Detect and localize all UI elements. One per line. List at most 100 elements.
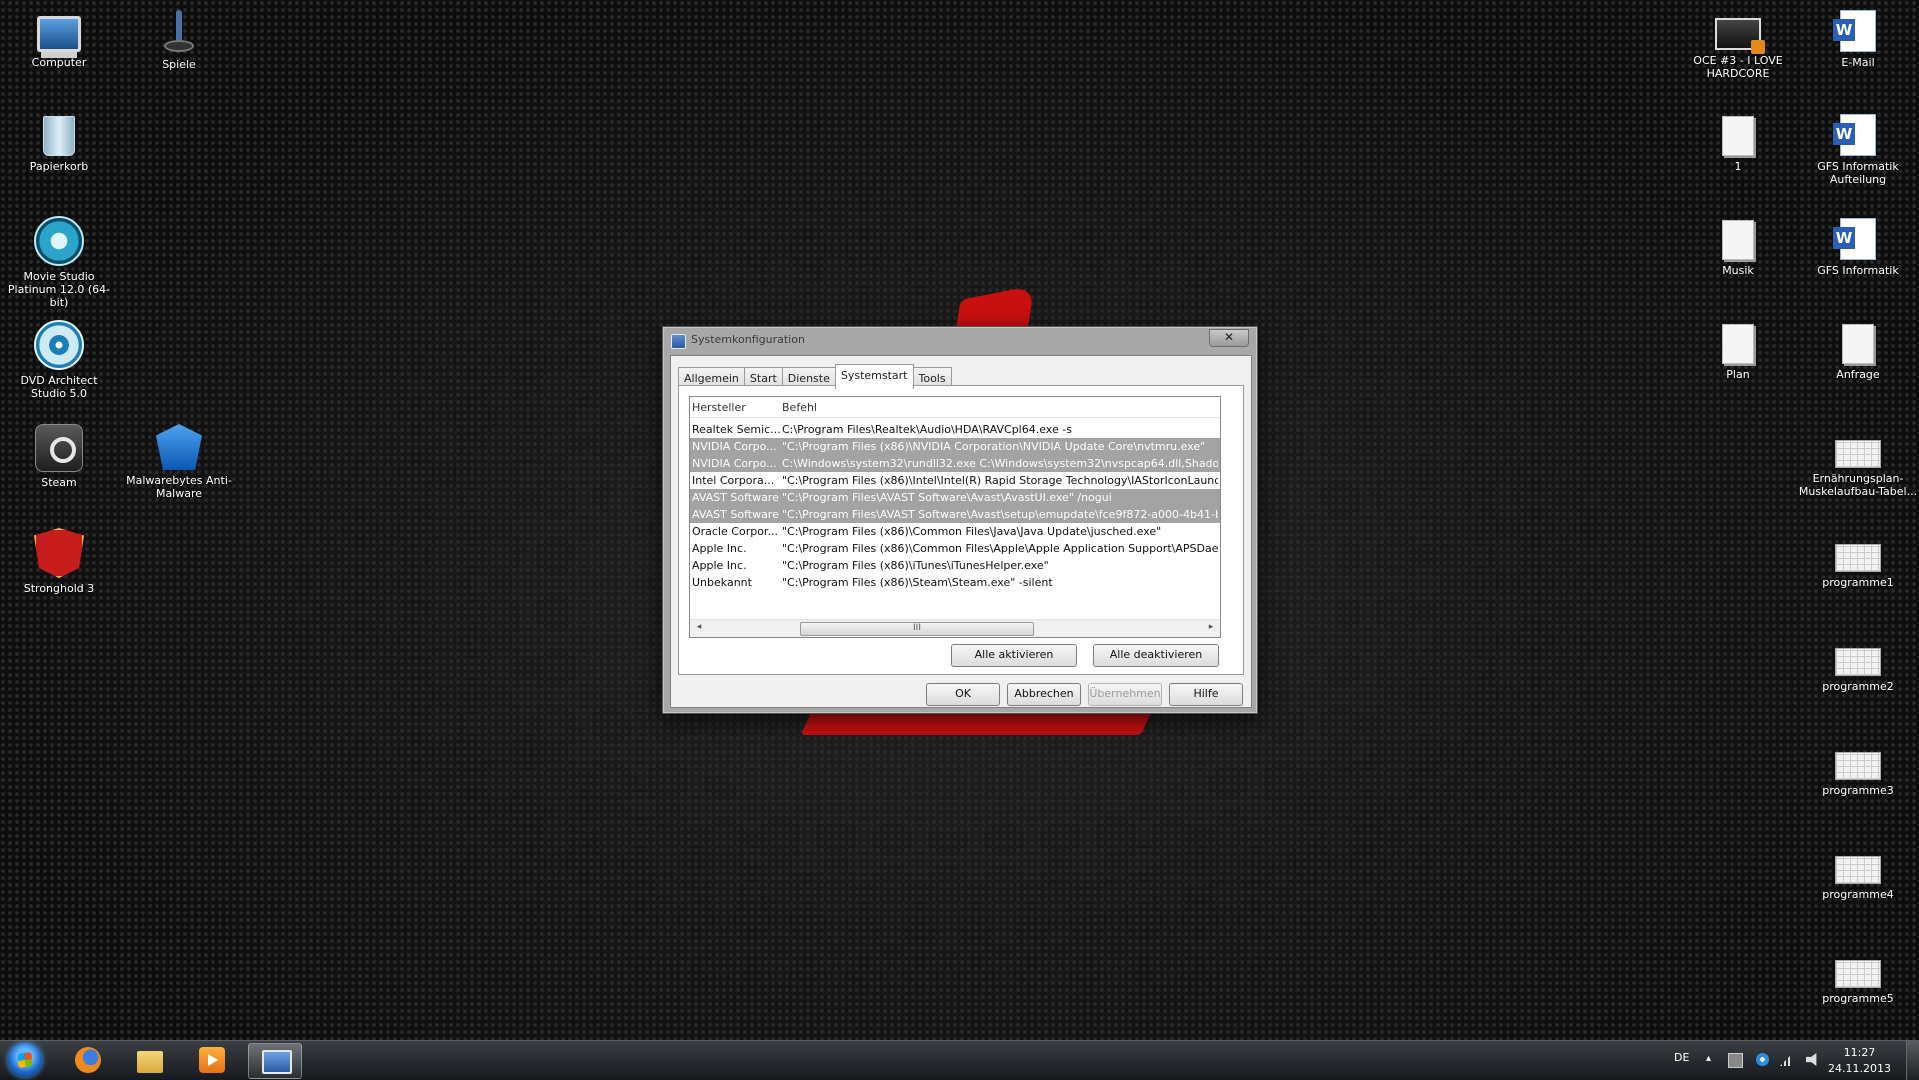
- row-vendor: Unbekannt: [692, 576, 752, 589]
- desktop-icon-stronghold[interactable]: Stronghold 3: [0, 528, 118, 595]
- desktop-icon-computer[interactable]: Computer: [0, 8, 118, 69]
- spreadsheet-icon: [1835, 648, 1881, 676]
- enable-all-button[interactable]: Alle aktivieren: [951, 644, 1077, 667]
- row-command: "C:\Program Files (x86)\NVIDIA Corporati…: [782, 440, 1206, 453]
- desktop-icon-label: Anfrage: [1836, 368, 1880, 381]
- desktop-icon-label: programme4: [1822, 888, 1894, 901]
- close-button[interactable]: ✕: [1209, 329, 1249, 347]
- dialog-titlebar[interactable]: Systemkonfiguration ✕: [663, 327, 1257, 353]
- ok-button[interactable]: OK: [926, 683, 1000, 706]
- start-button[interactable]: [8, 1043, 42, 1077]
- row-command: "C:\Program Files\AVAST Software\Avast\A…: [782, 491, 1112, 504]
- word-document-icon: [1833, 218, 1876, 260]
- table-row[interactable]: NVIDIA Corpo... C:\Windows\system32\rundl…: [690, 455, 1220, 472]
- scroll-right-icon[interactable]: ▸: [1204, 622, 1218, 632]
- show-desktop-button[interactable]: [1906, 1041, 1919, 1080]
- taskbar-app-explorer[interactable]: [124, 1043, 176, 1077]
- firefox-icon: [75, 1047, 101, 1073]
- table-row[interactable]: AVAST Software "C:\Program Files\AVAST So…: [690, 506, 1220, 523]
- desktop-icon-label: Plan: [1726, 368, 1750, 381]
- row-vendor: NVIDIA Corpo...: [692, 457, 777, 470]
- taskbar-app-media-player[interactable]: [186, 1043, 238, 1077]
- volume-icon[interactable]: [1806, 1053, 1817, 1066]
- list-header: Hersteller Befehl: [690, 397, 1220, 418]
- spreadsheet-icon: [1835, 960, 1881, 988]
- avast-tray-icon[interactable]: [1756, 1053, 1769, 1066]
- desktop-icon-plan[interactable]: Plan: [1679, 320, 1797, 381]
- desktop-icon-programme3[interactable]: programme3: [1799, 740, 1917, 797]
- desktop-icon-dvd-architect[interactable]: DVD Architect Studio 5.0: [0, 320, 118, 400]
- disable-all-button[interactable]: Alle deaktivieren: [1093, 644, 1219, 667]
- startup-items-list[interactable]: Hersteller Befehl Realtek Semic... C:\Pro…: [689, 396, 1221, 638]
- desktop-icon-malwarebytes[interactable]: Malwarebytes Anti-Malware: [120, 424, 238, 500]
- desktop-icon-email[interactable]: E-Mail: [1799, 8, 1917, 69]
- desktop-icon-programme4[interactable]: programme4: [1799, 844, 1917, 901]
- desktop-icon-gfs-aufteilung[interactable]: GFS Informatik Aufteilung: [1799, 112, 1917, 186]
- table-row[interactable]: NVIDIA Corpo... "C:\Program Files (x86)\N…: [690, 438, 1220, 455]
- desktop-icon-musik[interactable]: Musik: [1679, 216, 1797, 277]
- scrollbar-thumb[interactable]: III: [800, 622, 1034, 636]
- spreadsheet-icon: [1835, 856, 1881, 884]
- text-file-icon: [1842, 324, 1874, 364]
- desktop-icon-label: 1: [1734, 160, 1742, 173]
- row-command: "C:\Program Files (x86)\Steam\Steam.exe"…: [782, 576, 1053, 589]
- scroll-left-icon[interactable]: ◂: [692, 622, 706, 632]
- show-hidden-icons-arrow[interactable]: ▴: [1706, 1053, 1711, 1064]
- row-command: C:\Program Files\Realtek\Audio\HDA\RAVCp…: [782, 423, 1072, 436]
- table-row[interactable]: Apple Inc. "C:\Program Files (x86)\Common…: [690, 540, 1220, 557]
- desktop-icon-movie-studio[interactable]: Movie Studio Platinum 12.0 (64-bit): [0, 216, 118, 309]
- horizontal-scrollbar[interactable]: ◂ III ▸: [690, 619, 1220, 637]
- help-button[interactable]: Hilfe: [1169, 683, 1243, 706]
- cancel-button[interactable]: Abbrechen: [1007, 683, 1081, 706]
- spreadsheet-icon: [1835, 544, 1881, 572]
- tab-strip: Allgemein Start Dienste Systemstart Tool…: [678, 364, 952, 389]
- video-file-icon: [1715, 18, 1765, 54]
- spreadsheet-icon: [1835, 440, 1881, 468]
- clock[interactable]: 11:27 24.11.2013: [1828, 1045, 1891, 1077]
- desktop-icon-spiele[interactable]: Spiele: [120, 8, 238, 71]
- desktop-icon-ernaehrungsplan[interactable]: Ernährungsplan-Muskelaufbau-Tabel...: [1795, 428, 1919, 498]
- list-rows: Realtek Semic... C:\Program Files\Realtek…: [690, 421, 1220, 591]
- media-player-icon: [199, 1047, 225, 1073]
- row-vendor: AVAST Software: [692, 491, 779, 504]
- desktop-icon-oce-video[interactable]: OCE #3 - I LOVE HARDCORE: [1679, 8, 1797, 80]
- desktop-icon-label: Computer: [31, 56, 87, 69]
- desktop-icon-gfs-informatik[interactable]: GFS Informatik: [1799, 216, 1917, 277]
- network-icon[interactable]: [1780, 1053, 1793, 1066]
- language-indicator[interactable]: DE: [1674, 1051, 1689, 1064]
- taskbar-app-firefox[interactable]: [62, 1043, 114, 1077]
- action-center-icon[interactable]: [1728, 1053, 1743, 1068]
- desktop-icon-steam[interactable]: Steam: [0, 424, 118, 489]
- desktop-icon-1[interactable]: 1: [1679, 112, 1797, 173]
- table-row[interactable]: Oracle Corpor... "C:\Program Files (x86)\…: [690, 523, 1220, 540]
- word-document-icon: [1833, 10, 1876, 52]
- table-row[interactable]: Intel Corpora... "C:\Program Files (x86)\…: [690, 472, 1220, 489]
- table-row[interactable]: Unbekannt "C:\Program Files (x86)\Steam\S…: [690, 574, 1220, 591]
- desktop-icon-label: DVD Architect Studio 5.0: [20, 374, 98, 400]
- desktop-icon-programme1[interactable]: programme1: [1799, 532, 1917, 589]
- row-vendor: Oracle Corpor...: [692, 525, 778, 538]
- row-command: "C:\Program Files\AVAST Software\Avast\s…: [782, 508, 1218, 521]
- explorer-icon: [137, 1051, 163, 1073]
- desktop-icon-anfrage[interactable]: Anfrage: [1799, 320, 1917, 381]
- row-vendor: Intel Corpora...: [692, 474, 775, 487]
- column-header-vendor[interactable]: Hersteller: [692, 401, 746, 414]
- dvd-architect-icon: [34, 320, 84, 370]
- desktop-icon-programme5[interactable]: programme5: [1799, 948, 1917, 1005]
- taskbar-app-system-configuration[interactable]: [248, 1043, 302, 1079]
- system-configuration-icon: [671, 334, 686, 349]
- desktop-icon-programme2[interactable]: programme2: [1799, 636, 1917, 693]
- table-row[interactable]: AVAST Software "C:\Program Files\AVAST So…: [690, 489, 1220, 506]
- desktop-icon-label: GFS Informatik Aufteilung: [1817, 160, 1899, 186]
- movie-studio-icon: [34, 216, 84, 266]
- desktop-icon-papierkorb[interactable]: Papierkorb: [0, 112, 118, 173]
- malwarebytes-icon: [156, 424, 202, 470]
- column-header-command[interactable]: Befehl: [782, 401, 817, 414]
- tab-systemstart[interactable]: Systemstart: [834, 364, 914, 389]
- desktop-icon-label: Malwarebytes Anti-Malware: [126, 474, 232, 500]
- apply-button[interactable]: Übernehmen: [1088, 683, 1162, 706]
- row-vendor: Apple Inc.: [692, 542, 747, 555]
- table-row[interactable]: Realtek Semic... C:\Program Files\Realtek…: [690, 421, 1220, 438]
- row-command: "C:\Program Files (x86)\Common Files\Jav…: [782, 525, 1162, 538]
- table-row[interactable]: Apple Inc. "C:\Program Files (x86)\iTunes…: [690, 557, 1220, 574]
